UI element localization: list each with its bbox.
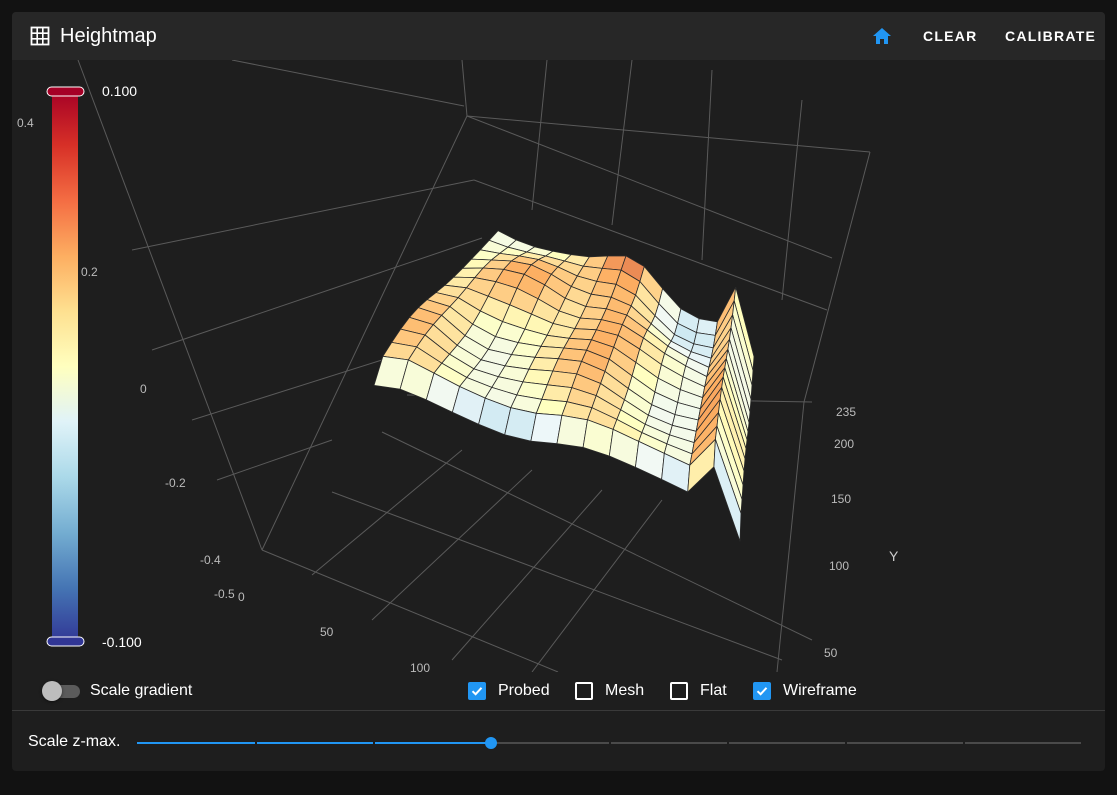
x-tick-label: 100 (410, 661, 430, 672)
y-tick-label: 100 (829, 559, 849, 573)
surface-cell (556, 414, 588, 448)
grid-icon (30, 26, 50, 46)
mesh-checkbox[interactable]: Mesh (575, 680, 644, 702)
y-tick-label: 235 (836, 405, 856, 419)
scale-gradient-label: Scale gradient (90, 682, 193, 699)
z-tick-label: -0.2 (165, 476, 186, 490)
heightmap-surface (373, 230, 755, 542)
slider-tick (727, 742, 729, 744)
heightmap-3d-viewport[interactable]: 0 -0.2 -0.4 -0.5 0 50 100 235 200 150 10… (12, 60, 1105, 672)
surface-cell (535, 398, 568, 416)
wireframe-checkbox[interactable]: Wireframe (753, 680, 857, 702)
y-tick-label: 50 (824, 646, 838, 660)
flat-checkbox[interactable]: Flat (670, 680, 727, 702)
z-tick-label: 0 (140, 382, 147, 396)
checkbox-label: Wireframe (783, 682, 857, 699)
color-scale-max-handle[interactable] (46, 86, 85, 97)
color-scale-min-handle[interactable] (46, 636, 85, 647)
x-tick-label: 0 (238, 590, 245, 604)
slider-tick (845, 742, 847, 744)
scale-zmax-slider[interactable] (137, 731, 1081, 755)
color-scale-bar: 0.100 -0.100 0.4 0.2 (17, 83, 142, 650)
scale-zmax-row: Scale z-max. (12, 711, 1105, 771)
scale-zmax-label: Scale z-max. (28, 733, 121, 750)
toggle-thumb (42, 681, 62, 701)
y-tick-label: 150 (831, 492, 851, 506)
slider-tick (609, 742, 611, 744)
probed-checkbox[interactable]: Probed (468, 680, 550, 702)
y-axis-label: Y (889, 548, 899, 564)
checkbox-unchecked-icon (670, 682, 688, 700)
color-scale-tick-label: 0.2 (81, 265, 98, 279)
x-tick-label: 50 (320, 625, 334, 639)
slider-thumb[interactable] (485, 737, 497, 749)
z-tick-label: -0.4 (200, 553, 221, 567)
slider-tick (255, 742, 257, 744)
clear-button[interactable]: CLEAR (923, 22, 977, 50)
display-options: Scale gradient Probed Mesh Flat Wirefram… (12, 672, 1105, 710)
home-icon (873, 28, 891, 44)
surface-cell (541, 384, 573, 403)
home-button[interactable] (862, 22, 902, 50)
heightmap-card: Heightmap CLEAR CALIBRATE 0 -0.2 -0.4 -0… (12, 12, 1105, 771)
color-scale-min-label: -0.100 (102, 634, 142, 650)
surface-cell (530, 412, 563, 445)
card-toolbar: Heightmap CLEAR CALIBRATE (12, 12, 1105, 60)
checkbox-checked-icon (753, 682, 771, 700)
checkbox-label: Probed (498, 682, 550, 699)
slider-tick (963, 742, 965, 744)
checkbox-label: Mesh (605, 682, 645, 699)
scale-gradient-toggle[interactable] (42, 680, 82, 702)
slider-fill (137, 742, 491, 744)
card-title: Heightmap (60, 25, 157, 47)
heightmap-plot[interactable]: 0 -0.2 -0.4 -0.5 0 50 100 235 200 150 10… (12, 60, 1105, 672)
calibrate-button[interactable]: CALIBRATE (1005, 22, 1096, 50)
y-tick-label: 200 (834, 437, 854, 451)
checkbox-checked-icon (468, 682, 486, 700)
z-tick-label: -0.5 (214, 587, 235, 601)
color-scale-tick-label: 0.4 (17, 116, 34, 130)
checkbox-label: Flat (700, 682, 727, 699)
slider-tick (373, 742, 375, 744)
color-scale-max-label: 0.100 (102, 83, 137, 99)
checkbox-unchecked-icon (575, 682, 593, 700)
